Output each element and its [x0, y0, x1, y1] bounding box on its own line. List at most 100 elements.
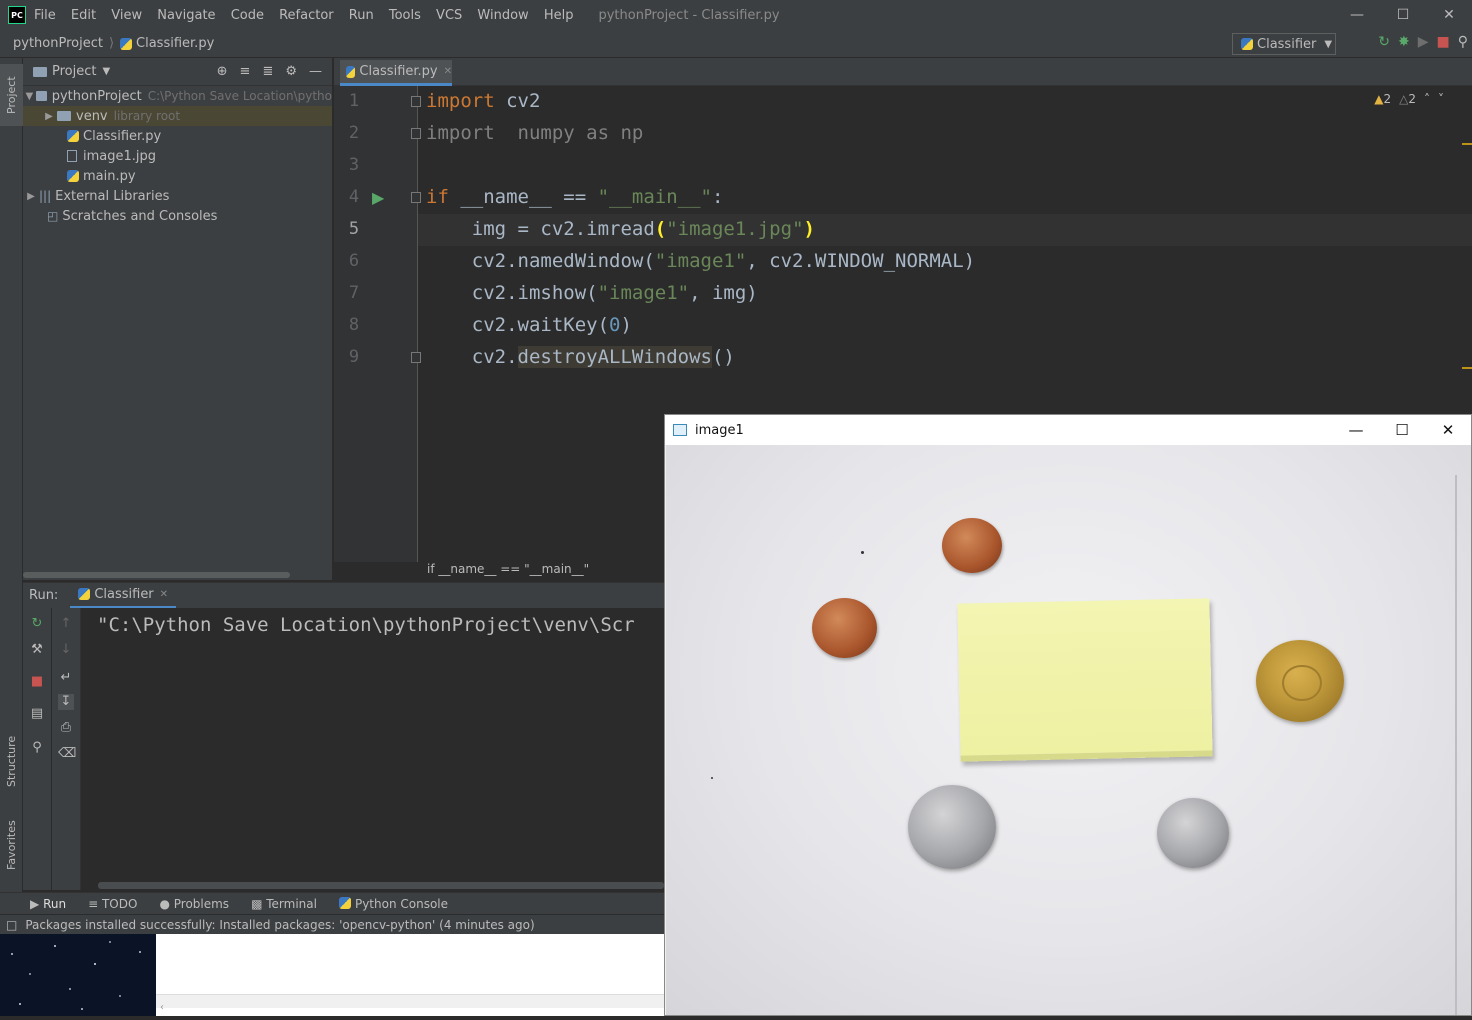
- console-horizontal-scrollbar[interactable]: [98, 882, 664, 889]
- maximize-icon[interactable]: ☐: [1379, 421, 1425, 439]
- chevron-left-icon[interactable]: ‹: [160, 1002, 164, 1013]
- fold-icon[interactable]: [411, 192, 421, 203]
- code-token: :: [712, 186, 724, 208]
- image-window-titlebar[interactable]: image1 — ☐ ✕: [665, 415, 1471, 445]
- close-icon[interactable]: ✕: [1425, 421, 1471, 439]
- menu-run[interactable]: Run: [349, 8, 374, 23]
- code-token: cv2: [494, 90, 541, 112]
- chevron-up-icon[interactable]: ˄: [1424, 92, 1430, 106]
- tree-item-classifier[interactable]: Classifier.py: [23, 126, 332, 146]
- project-view-selector[interactable]: Project: [52, 64, 96, 79]
- hide-panel-icon[interactable]: —: [309, 64, 322, 79]
- tree-item-venv[interactable]: ▶ venv library root: [23, 106, 332, 126]
- menu-view[interactable]: View: [111, 8, 142, 23]
- chevron-down-icon[interactable]: ▼: [23, 91, 36, 102]
- menu-vcs[interactable]: VCS: [436, 8, 462, 23]
- warning-marker[interactable]: [1462, 143, 1472, 145]
- menu-tools[interactable]: Tools: [389, 8, 421, 23]
- editor-tab-classifier[interactable]: Classifier.py ✕: [340, 60, 452, 86]
- close-tab-icon[interactable]: ✕: [160, 589, 168, 600]
- tree-item-main[interactable]: main.py: [23, 166, 332, 186]
- menu-help[interactable]: Help: [544, 8, 574, 23]
- line-number: 3: [348, 155, 360, 175]
- image-window[interactable]: image1 — ☐ ✕: [664, 414, 1472, 1016]
- paper-edge: [1455, 475, 1457, 1015]
- soft-wrap-icon[interactable]: ↵: [58, 670, 74, 686]
- tree-item-image1[interactable]: image1.jpg: [23, 146, 332, 166]
- favorites-tool-tab[interactable]: Favorites: [0, 810, 23, 880]
- warning-count: 2: [1383, 92, 1392, 106]
- locate-file-icon[interactable]: ⊕: [217, 64, 228, 79]
- expand-all-icon[interactable]: ≡: [240, 64, 251, 79]
- arrow-down-icon[interactable]: ↓: [58, 642, 74, 658]
- stop-icon[interactable]: ■: [29, 674, 45, 690]
- pin-icon[interactable]: ⚲: [29, 740, 45, 756]
- status-toggle-icon[interactable]: □: [6, 918, 17, 932]
- bottom-tab-terminal[interactable]: ▩ Terminal: [251, 897, 317, 911]
- run-gutter-icon[interactable]: ▶: [372, 188, 384, 207]
- minimize-icon[interactable]: —: [1334, 0, 1380, 30]
- copper-coin: [942, 518, 1002, 573]
- breadcrumb-file[interactable]: Classifier.py: [136, 36, 214, 51]
- code-token: cv2.namedWindow(: [426, 250, 655, 272]
- breadcrumb-project[interactable]: pythonProject: [13, 36, 103, 51]
- rerun-icon[interactable]: ↻: [29, 616, 45, 632]
- tree-item-pythonproject[interactable]: ▼ pythonProject C:\Python Save Location\…: [23, 86, 332, 106]
- project-tool-tab[interactable]: Project: [0, 64, 23, 126]
- coverage-icon[interactable]: ▶: [1418, 34, 1429, 50]
- bottom-tab-run[interactable]: ▶ Run: [30, 897, 66, 911]
- rerun-icon[interactable]: ↻: [1378, 34, 1390, 50]
- menu-edit[interactable]: Edit: [71, 8, 96, 23]
- warning-marker[interactable]: [1462, 367, 1472, 369]
- close-tab-icon[interactable]: ✕: [444, 66, 452, 77]
- code-token: destroyALLWindows: [517, 346, 712, 368]
- code-line-1: import cv2: [426, 90, 540, 112]
- search-icon[interactable]: ⚲: [1458, 34, 1468, 50]
- run-configuration-dropdown[interactable]: Classifier ▼: [1232, 33, 1336, 55]
- inspection-widget[interactable]: ▲2 △2 ˄ ˅: [1374, 92, 1444, 106]
- run-tab-classifier[interactable]: Classifier ✕: [70, 583, 177, 609]
- menu-file[interactable]: File: [34, 8, 56, 23]
- gear-icon[interactable]: ⚙: [285, 64, 297, 79]
- menu-window[interactable]: Window: [477, 8, 528, 23]
- collapse-all-icon[interactable]: ≣: [262, 64, 273, 79]
- close-icon[interactable]: ✕: [1426, 0, 1472, 30]
- layout-icon[interactable]: ▤: [29, 706, 45, 722]
- code-line-4: if __name__ == "__main__":: [426, 186, 723, 208]
- chevron-right-icon[interactable]: ▶: [23, 191, 39, 202]
- tree-item-label: venv: [76, 108, 108, 124]
- menu-code[interactable]: Code: [231, 8, 264, 23]
- scroll-to-end-icon[interactable]: ↧: [58, 694, 74, 710]
- editor-tab-label: Classifier.py: [359, 64, 438, 79]
- background-window-scrollbar[interactable]: ‹: [156, 994, 664, 1013]
- stop-icon[interactable]: ■: [1437, 34, 1450, 50]
- status-message[interactable]: Packages installed successfully: Install…: [25, 918, 534, 932]
- trash-icon[interactable]: ⌫: [58, 746, 76, 762]
- maximize-icon[interactable]: ☐: [1380, 0, 1426, 30]
- fold-icon[interactable]: [411, 128, 421, 139]
- print-icon[interactable]: ⎙: [58, 720, 74, 736]
- fold-icon[interactable]: [411, 352, 421, 363]
- tree-item-scratches[interactable]: ◰ Scratches and Consoles: [23, 206, 332, 226]
- debug-icon[interactable]: ✸: [1398, 34, 1410, 50]
- bottom-tab-python-console[interactable]: Python Console: [338, 896, 448, 911]
- tree-item-path: C:\Python Save Location\pytho: [147, 89, 332, 103]
- console-output[interactable]: "C:\Python Save Location\pythonProject\v…: [81, 608, 664, 882]
- menu-navigate[interactable]: Navigate: [157, 8, 215, 23]
- editor-breadcrumb[interactable]: if __name__ == "__main__": [418, 562, 664, 580]
- run-panel-label: Run:: [29, 588, 59, 603]
- chevron-right-icon[interactable]: ▶: [41, 111, 57, 122]
- chevron-down-icon[interactable]: ▼: [102, 66, 110, 77]
- chevron-down-icon[interactable]: ˅: [1438, 92, 1444, 106]
- minimize-icon[interactable]: —: [1333, 421, 1379, 439]
- arrow-up-icon[interactable]: ↑: [58, 616, 74, 632]
- bottom-tab-problems[interactable]: ● Problems: [159, 897, 229, 911]
- menu-refactor[interactable]: Refactor: [279, 8, 334, 23]
- bottom-tab-todo[interactable]: ≡ TODO: [88, 897, 137, 911]
- tree-item-external-libraries[interactable]: ▶ ||| External Libraries: [23, 186, 332, 206]
- fold-icon[interactable]: [411, 96, 421, 107]
- structure-tool-tab[interactable]: Structure: [0, 726, 23, 796]
- project-horizontal-scrollbar[interactable]: [23, 572, 290, 578]
- folder-icon: [35, 91, 47, 101]
- wrench-icon[interactable]: ⚒: [29, 642, 45, 658]
